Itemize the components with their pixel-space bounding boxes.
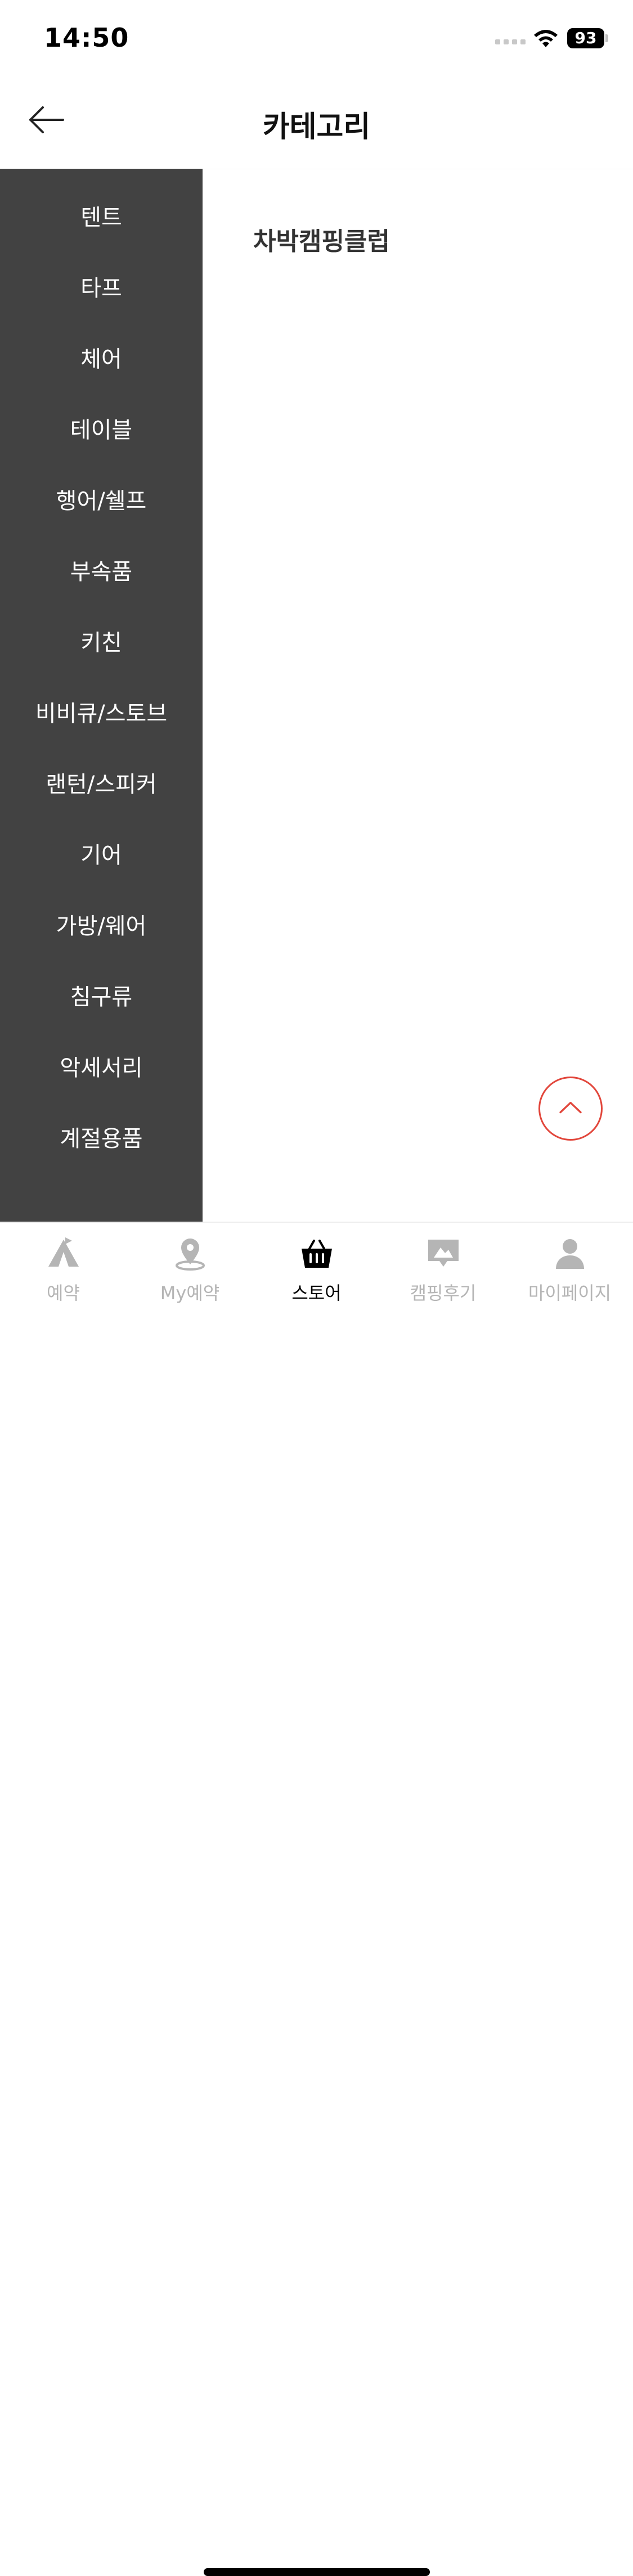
sidebar-item-label: 랜턴/스피커 [46, 772, 157, 798]
sidebar-item-kitchen[interactable]: 키친 [0, 605, 203, 676]
status-time: 14:50 [44, 22, 129, 53]
sidebar-item-chair[interactable]: 체어 [0, 322, 203, 393]
sidebar-item-label: 키친 [80, 630, 122, 656]
nav-item-my-reservation[interactable]: My예약 [127, 1223, 253, 1313]
review-image-icon [428, 1240, 459, 1267]
sidebar-item-bag-wear[interactable]: 가방/웨어 [0, 889, 203, 960]
header: 카테고리 [0, 76, 633, 169]
scroll-to-top-button[interactable] [538, 1077, 603, 1141]
brand-title[interactable]: 차박캠핑클럽 [253, 221, 390, 257]
sidebar-item-label: 테이블 [70, 417, 133, 443]
sidebar-item-label: 타프 [80, 276, 122, 301]
nav-label: 캠핑후기 [410, 1282, 477, 1304]
sidebar-item-seasonal[interactable]: 계절용품 [0, 1101, 203, 1172]
nav-label: 마이페이지 [528, 1282, 612, 1304]
sidebar-item-bedding[interactable]: 침구류 [0, 960, 203, 1030]
status-bar: 14:50 93 [0, 0, 633, 76]
sidebar-item-partial[interactable] [0, 1172, 203, 1222]
shopping-basket-icon [301, 1240, 332, 1268]
sidebar-item-accessory[interactable]: 악세서리 [0, 1030, 203, 1101]
sidebar-item-label: 계절용품 [60, 1126, 143, 1152]
sidebar-item-tent[interactable]: 텐트 [0, 180, 203, 251]
nav-label: 스토어 [291, 1282, 342, 1304]
home-indicator [204, 2568, 430, 2576]
sidebar-item-label: 부속품 [70, 559, 133, 585]
category-sidebar[interactable]: 텐트 타프 체어 테이블 행어/쉘프 부속품 키친 비비큐/스토브 랜턴/스피커… [0, 169, 203, 1222]
bottom-nav: 예약 My예약 스토어 캠핑후기 마이페이지 [0, 1222, 633, 2576]
battery-tip [605, 34, 608, 42]
sidebar-item-label: 체어 [80, 346, 122, 372]
cellular-signal-icon [495, 39, 526, 44]
sidebar-item-label: 텐트 [80, 205, 122, 231]
nav-item-reservation[interactable]: 예약 [0, 1223, 127, 1313]
sidebar-item-label: 기어 [80, 843, 122, 868]
sidebar-item-parts[interactable]: 부속품 [0, 534, 203, 605]
sidebar-item-gear[interactable]: 기어 [0, 818, 203, 889]
nav-item-mypage[interactable]: 마이페이지 [506, 1223, 633, 1313]
sidebar-item-label: 비비큐/스토브 [35, 701, 168, 727]
sidebar-item-label: 침구류 [70, 984, 133, 1010]
nav-label: My예약 [160, 1282, 220, 1304]
person-icon [555, 1239, 584, 1269]
location-pin-icon [175, 1239, 205, 1271]
sidebar-item-lantern-speaker[interactable]: 랜턴/스피커 [0, 747, 203, 818]
sidebar-item-tarp[interactable]: 타프 [0, 251, 203, 322]
battery-level: 93 [567, 28, 604, 48]
sidebar-item-label: 악세서리 [60, 1055, 143, 1081]
page-title: 카테고리 [262, 110, 371, 144]
wifi-icon [534, 30, 558, 47]
sidebar-item-label: 가방/웨어 [56, 913, 147, 939]
sidebar-item-hanger-shelf[interactable]: 행어/쉘프 [0, 463, 203, 534]
nav-item-review[interactable]: 캠핑후기 [380, 1223, 506, 1313]
nav-item-store[interactable]: 스토어 [253, 1223, 380, 1313]
nav-label: 예약 [47, 1282, 80, 1304]
sidebar-item-table[interactable]: 테이블 [0, 393, 203, 463]
brand-list-panel: 차박캠핑클럽 [203, 169, 633, 1222]
sidebar-item-bbq-stove[interactable]: 비비큐/스토브 [0, 676, 203, 747]
tent-icon [48, 1237, 79, 1267]
sidebar-item-label: 행어/쉘프 [56, 488, 147, 514]
